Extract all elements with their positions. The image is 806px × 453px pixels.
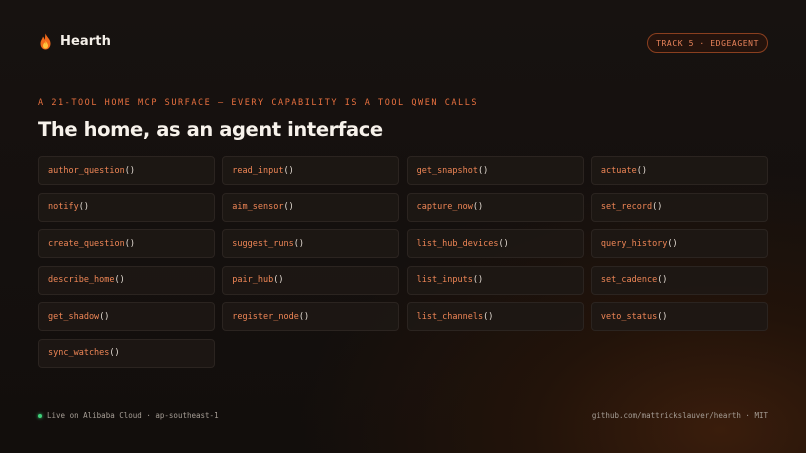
- tool-parens: (): [293, 238, 304, 249]
- brand-name: Hearth: [60, 34, 111, 49]
- page-title: The home, as an agent interface: [38, 118, 383, 141]
- tool-name: veto_status: [600, 311, 658, 322]
- tool-name: read_input: [232, 165, 284, 176]
- tool-name: list_hub_devices: [416, 238, 499, 249]
- tool-card-suggest-runs[interactable]: suggest_runs(): [222, 229, 400, 258]
- tool-card-capture-now[interactable]: capture_now(): [406, 192, 584, 222]
- tool-card-set-record[interactable]: set_record(): [590, 192, 768, 222]
- tool-card-notify[interactable]: notify(): [38, 192, 215, 222]
- status-indicator: Live on Alibaba Cloud · ap-southeast-1: [38, 411, 219, 420]
- status-text: Live on Alibaba Cloud · ap-southeast-1: [47, 411, 219, 420]
- tool-parens: (): [114, 275, 125, 285]
- tool-parens: (): [78, 202, 89, 212]
- track-badge: TRACK 5 · EDGEAGENT: [647, 33, 768, 53]
- tool-parens: (): [657, 311, 668, 322]
- tool-card-author-question[interactable]: author_question(): [38, 156, 215, 185]
- tool-parens: (): [472, 202, 484, 212]
- tool-parens: (): [657, 275, 668, 285]
- eyebrow-text: A 21-TOOL HOME MCP SURFACE — EVERY CAPAB…: [38, 98, 479, 108]
- tool-name: pair_hub: [232, 275, 274, 285]
- tool-parens: (): [472, 275, 484, 285]
- tool-parens: (): [99, 311, 110, 322]
- tool-name: describe_home: [48, 275, 115, 285]
- tool-parens: (): [478, 165, 489, 176]
- tool-card-list-inputs[interactable]: list_inputs(): [406, 265, 584, 295]
- tool-card-list-channels[interactable]: list_channels(): [406, 302, 584, 331]
- tool-parens: (): [109, 348, 120, 358]
- tool-card-get-shadow[interactable]: get_shadow(): [38, 302, 215, 331]
- tool-parens: (): [124, 165, 136, 176]
- tool-name: sync_watches: [48, 348, 110, 358]
- tool-parens: (): [273, 275, 284, 285]
- tool-name: set_record: [600, 202, 653, 212]
- tool-card-get-snapshot[interactable]: get_snapshot(): [406, 156, 584, 185]
- tool-grid: author_question() read_input() get_snapsho…: [38, 156, 768, 368]
- tool-name: suggest_runs: [232, 238, 294, 249]
- tool-name: author_question: [48, 165, 125, 176]
- tool-name: capture_now: [416, 202, 473, 212]
- tool-card-list-hub-devices[interactable]: list_hub_devices(): [406, 229, 584, 258]
- tool-card-veto-status[interactable]: veto_status(): [590, 302, 768, 331]
- tool-name: actuate: [600, 165, 637, 176]
- tool-parens: (): [667, 238, 678, 249]
- tool-card-read-input[interactable]: read_input(): [222, 156, 400, 185]
- flame-icon: [40, 33, 51, 50]
- tool-name: set_cadence: [600, 275, 658, 285]
- tool-parens: (): [652, 202, 663, 212]
- tool-parens: (): [298, 311, 310, 322]
- tool-card-query-history[interactable]: query_history(): [590, 229, 768, 258]
- tool-card-actuate[interactable]: actuate(): [590, 156, 768, 185]
- tool-card-describe-home[interactable]: describe_home(): [38, 265, 215, 295]
- tool-name: get_shadow: [48, 311, 100, 322]
- tool-parens: (): [283, 165, 294, 176]
- repo-link[interactable]: github.com/mattrickslauver/hearth · MIT: [592, 411, 768, 420]
- tool-name: list_inputs: [416, 275, 473, 285]
- tool-card-aim-sensor[interactable]: aim_sensor(): [222, 192, 400, 222]
- tool-name: notify: [48, 202, 79, 212]
- tool-card-sync-watches[interactable]: sync_watches(): [38, 338, 215, 368]
- tool-card-pair-hub[interactable]: pair_hub(): [222, 265, 400, 295]
- tool-parens: (): [483, 311, 494, 322]
- tool-card-set-cadence[interactable]: set_cadence(): [590, 265, 768, 295]
- status-dot-icon: [38, 413, 42, 418]
- tool-card-create-question[interactable]: create_question(): [38, 229, 215, 258]
- tool-parens: (): [636, 165, 647, 176]
- tool-parens: (): [498, 238, 509, 249]
- tool-parens: (): [124, 238, 136, 249]
- brand: Hearth: [38, 33, 111, 50]
- tool-name: register_node: [232, 311, 299, 322]
- tool-name: query_history: [600, 238, 668, 249]
- tool-name: aim_sensor: [232, 202, 284, 212]
- tool-name: create_question: [48, 238, 125, 249]
- tool-parens: (): [283, 202, 294, 212]
- tool-card-register-node[interactable]: register_node(): [222, 302, 400, 331]
- tool-name: get_snapshot: [416, 165, 479, 176]
- tool-name: list_channels: [416, 311, 484, 322]
